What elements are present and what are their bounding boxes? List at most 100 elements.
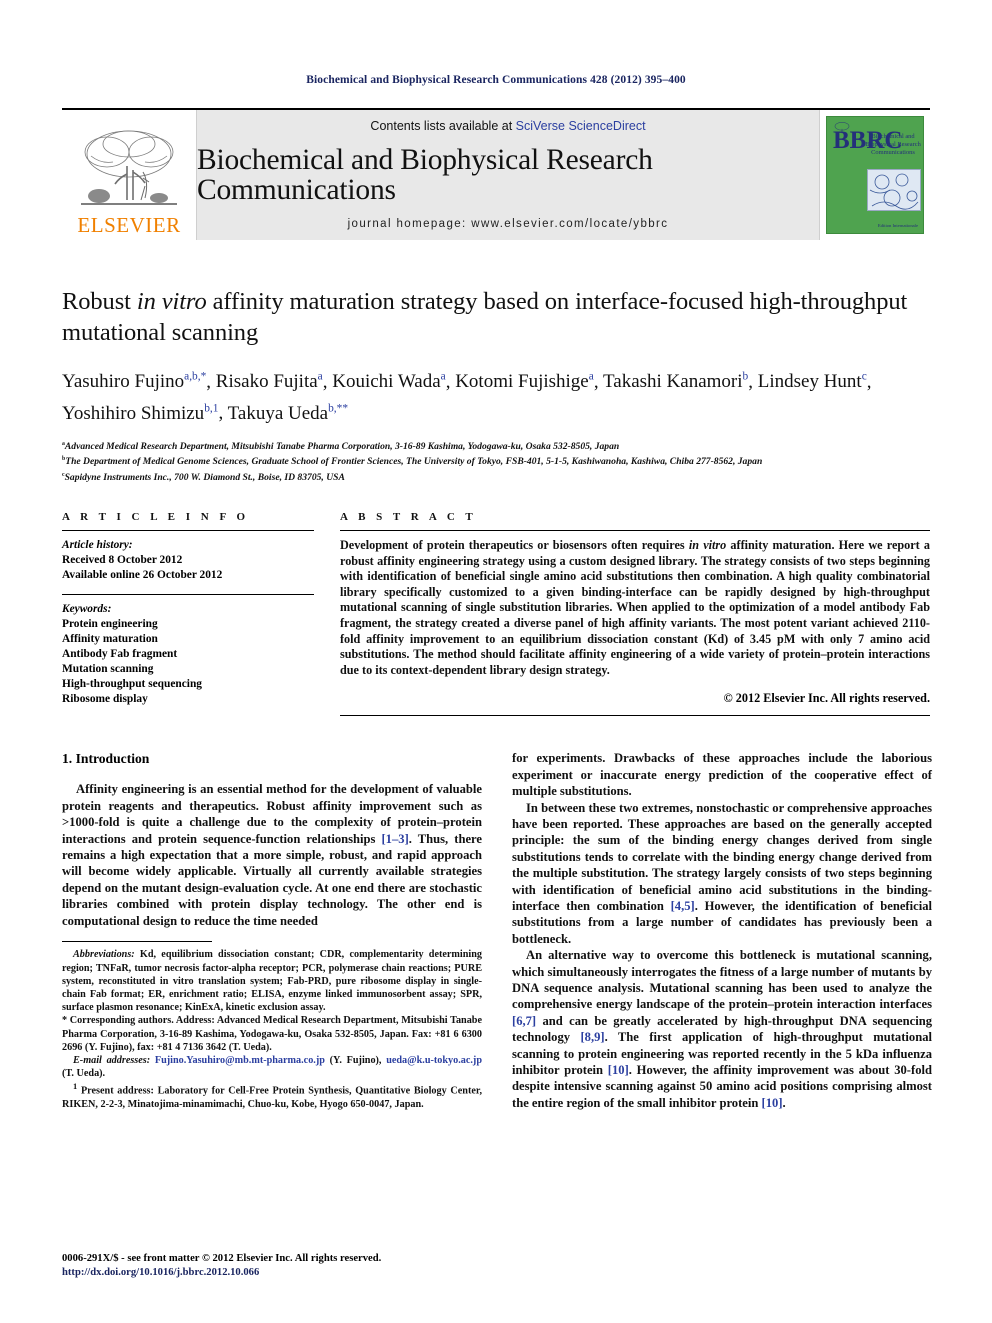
keyword-item: Ribosome display bbox=[62, 693, 148, 705]
article-history-label: Article history: bbox=[62, 539, 133, 551]
paragraph: Affinity engineering is an essential met… bbox=[62, 781, 482, 929]
sciencedirect-link[interactable]: SciVerse ScienceDirect bbox=[516, 119, 646, 133]
affiliation-item: cSapidyne Instruments Inc., 700 W. Diamo… bbox=[62, 469, 930, 485]
citation-link[interactable]: [6,7] bbox=[512, 1014, 536, 1028]
author-name: Yoshihiro Shimizu bbox=[62, 402, 205, 424]
journal-homepage[interactable]: journal homepage: www.elsevier.com/locat… bbox=[348, 218, 669, 230]
abstract-copyright: © 2012 Elsevier Inc. All rights reserved… bbox=[723, 691, 930, 706]
author-affiliation-mark: b bbox=[742, 371, 749, 383]
citation-link[interactable]: [1–3] bbox=[381, 832, 408, 846]
author-name: Takuya Ueda bbox=[227, 402, 329, 424]
author-affiliation-mark: b,** bbox=[328, 402, 349, 415]
article-info-heading: A R T I C L E I N F O bbox=[62, 511, 250, 523]
email-link[interactable]: ueda@k.u-tokyo.ac.jp bbox=[386, 1055, 482, 1066]
divider bbox=[340, 530, 930, 531]
keyword-item: High-throughput sequencing bbox=[62, 678, 202, 690]
affiliation-item: aAdvanced Medical Research Department, M… bbox=[62, 438, 930, 454]
abstract-text: Development of protein therapeutics or b… bbox=[340, 538, 930, 678]
elsevier-tree-icon bbox=[81, 130, 177, 205]
footnote-block: Abbreviations: Kd, equilibrium dissociat… bbox=[62, 941, 482, 1111]
citation-link[interactable]: [10] bbox=[762, 1096, 783, 1110]
footnote-corresponding-author: * Corresponding authors. Address: Advanc… bbox=[62, 1014, 482, 1054]
footnote-emails: E-mail addresses: Fujino.Yasuhiro@mb.mt-… bbox=[62, 1054, 482, 1080]
author-affiliation-mark: c bbox=[861, 371, 867, 383]
paragraph-text: . bbox=[782, 1095, 786, 1110]
footnote-abbreviations: Abbreviations: Kd, equilibrium dissociat… bbox=[62, 948, 482, 1014]
abbreviations-label: Abbreviations: bbox=[73, 949, 135, 961]
affiliation-text: Advanced Medical Research Department, Mi… bbox=[64, 440, 620, 452]
cover-journal-title: Biochemical and Biophysical Research Com… bbox=[865, 133, 921, 157]
contents-prefix: Contents lists available at bbox=[370, 119, 516, 133]
affiliation-text: The Department of Medical Genome Science… bbox=[65, 456, 763, 468]
journal-masthead: ELSEVIER Contents lists available at Sci… bbox=[62, 108, 930, 240]
running-head: Biochemical and Biophysical Research Com… bbox=[306, 74, 686, 86]
author-item: Takashi Kanamorib bbox=[603, 371, 748, 392]
affiliation-item: bThe Department of Medical Genome Scienc… bbox=[62, 453, 930, 469]
abstract-italic: in vitro bbox=[688, 538, 727, 552]
author-list: Yasuhiro Fujinoa,b,*, Risako Fujitaa, Ko… bbox=[62, 371, 872, 424]
author-name: Risako Fujita bbox=[215, 371, 318, 393]
abstract-part-1: Development of protein therapeutics or b… bbox=[340, 538, 689, 552]
citation-link[interactable]: [10] bbox=[608, 1063, 629, 1077]
section-heading-introduction: 1. Introduction bbox=[62, 751, 150, 767]
present-address-text: Present address: Laboratory for Cell-Fre… bbox=[62, 1085, 482, 1111]
title-part-1: Robust bbox=[62, 288, 137, 315]
article-info-column: A R T I C L E I N F O Article history: R… bbox=[62, 511, 314, 716]
abstract-column: A B S T R A C T Development of protein t… bbox=[340, 511, 930, 717]
author-item: Takuya Uedab,** bbox=[227, 402, 349, 424]
keyword-item: Antibody Fab fragment bbox=[62, 648, 178, 660]
elsevier-wordmark: ELSEVIER bbox=[77, 213, 181, 237]
keyword-item: Mutation scanning bbox=[62, 663, 154, 675]
author-affiliation-mark: a bbox=[440, 371, 446, 383]
issn-line: 0006-291X/$ - see front matter © 2012 El… bbox=[62, 1253, 382, 1265]
abstract-part-2: affinity maturation. Here we report a ro… bbox=[340, 538, 931, 677]
citation-link[interactable]: [4,5] bbox=[671, 899, 695, 913]
cover-footer-text: Edition Internationale bbox=[877, 223, 918, 228]
info-abstract-section: A R T I C L E I N F O Article history: R… bbox=[62, 511, 930, 717]
right-column: for experiments. Drawbacks of these appr… bbox=[512, 750, 932, 1111]
footnote-present-address: 1 Present address: Laboratory for Cell-F… bbox=[62, 1080, 482, 1111]
contents-banner: Contents lists available at SciVerse Sci… bbox=[196, 110, 820, 240]
title-italic-part: in vitro bbox=[136, 288, 207, 315]
divider bbox=[62, 530, 314, 531]
doi-link[interactable]: http://dx.doi.org/10.1016/j.bbrc.2012.10… bbox=[62, 1266, 492, 1279]
author-item: Risako Fujitaa bbox=[216, 371, 323, 392]
keywords-label: Keywords: bbox=[62, 603, 112, 615]
keyword-item: Protein engineering bbox=[62, 618, 158, 630]
affiliation-text: Sapidyne Instruments Inc., 700 W. Diamon… bbox=[64, 472, 345, 484]
affiliation-list: aAdvanced Medical Research Department, M… bbox=[62, 438, 930, 485]
paragraph: for experiments. Drawbacks of these appr… bbox=[512, 750, 932, 799]
author-name: Lindsey Hunt bbox=[757, 371, 862, 393]
citation-link[interactable]: [8,9] bbox=[580, 1030, 604, 1044]
cover-illustration-icon bbox=[869, 173, 919, 210]
cover-illustration bbox=[867, 169, 921, 211]
paragraph-text: In between these two extremes, nonstocha… bbox=[512, 800, 932, 913]
divider bbox=[62, 594, 314, 595]
author-affiliation-mark: a,b,* bbox=[184, 371, 207, 383]
contents-available-line: Contents lists available at SciVerse Sci… bbox=[370, 119, 645, 133]
divider bbox=[340, 715, 930, 717]
email-owner: (T. Ueda). bbox=[62, 1068, 106, 1080]
footnote-divider bbox=[62, 941, 212, 943]
author-item: Kouichi Wadaa bbox=[332, 371, 445, 392]
corresponding-text: Corresponding authors. Address: Advanced… bbox=[62, 1015, 482, 1053]
author-item: Yoshihiro Shimizub,1 bbox=[62, 402, 219, 424]
article-page: Biochemical and Biophysical Research Com… bbox=[0, 0, 992, 1323]
email-label: E-mail addresses: bbox=[73, 1055, 151, 1067]
cover-thumbnail: BBRC Biochemical and Biophysical Researc… bbox=[826, 116, 924, 234]
email-owner: (Y. Fujino), bbox=[324, 1055, 387, 1067]
keyword-item: Affinity maturation bbox=[62, 633, 158, 645]
paragraph: In between these two extremes, nonstocha… bbox=[512, 800, 932, 948]
email-link[interactable]: Fujino.Yasuhiro@mb.mt-pharma.co.jp bbox=[155, 1055, 325, 1066]
author-name: Kotomi Fujishige bbox=[455, 371, 589, 393]
author-item: Kotomi Fujishigea bbox=[455, 371, 594, 392]
body-columns: 1. Introduction Affinity engineering is … bbox=[62, 750, 932, 1111]
left-column: 1. Introduction Affinity engineering is … bbox=[62, 750, 482, 1111]
title-block: Robust in vitro affinity maturation stra… bbox=[62, 286, 930, 485]
author-affiliation-mark: b,1 bbox=[204, 402, 219, 415]
paragraph-text: for experiments. Drawbacks of these appr… bbox=[512, 751, 932, 799]
journal-cover: BBRC Biochemical and Biophysical Researc… bbox=[820, 110, 930, 240]
paragraph-text: An alternative way to overcome this bott… bbox=[512, 948, 932, 1012]
journal-title: Biochemical and Biophysical Research Com… bbox=[197, 144, 653, 206]
author-name: Takashi Kanamori bbox=[602, 371, 743, 393]
